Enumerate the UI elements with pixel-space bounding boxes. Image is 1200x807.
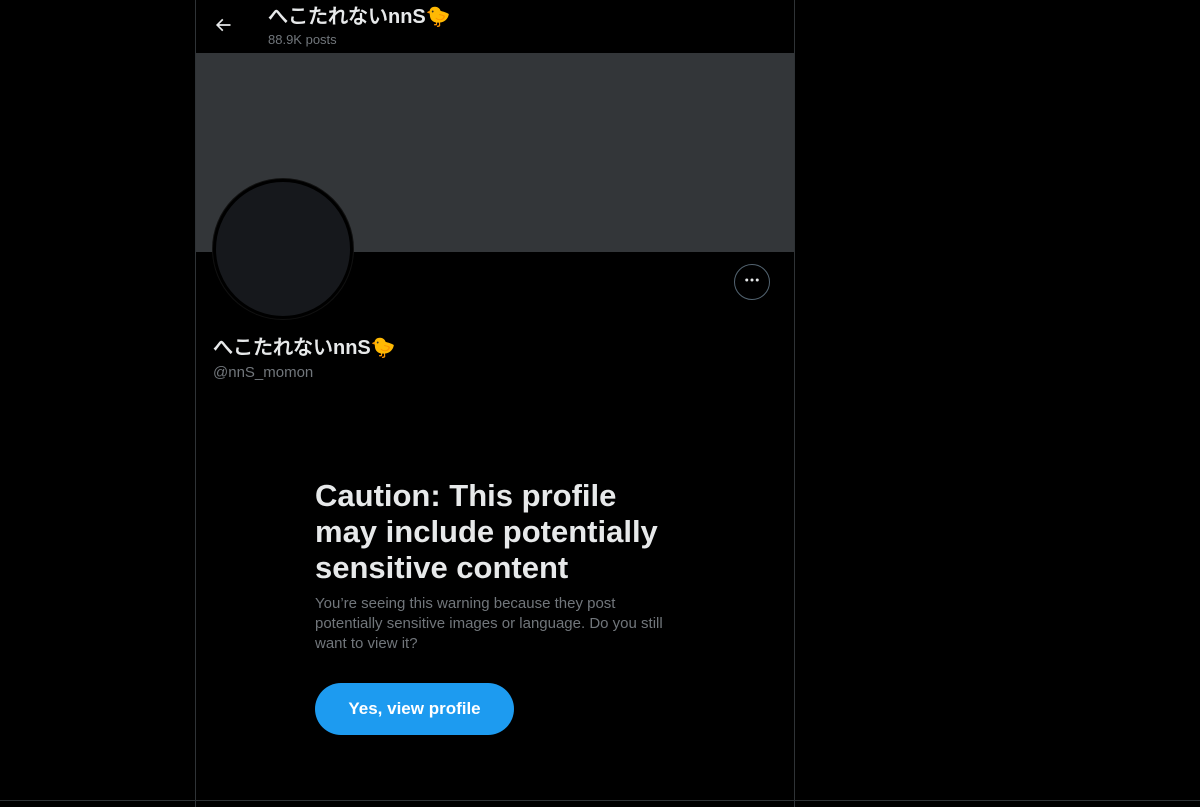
display-name: へこたれないnnS🐤 — [213, 337, 396, 359]
user-handle: @nnS_momon — [213, 364, 314, 381]
view-profile-button[interactable]: Yes, view profile — [315, 683, 514, 735]
back-button[interactable] — [205, 9, 241, 45]
sensitive-content-warning: Caution: This profile may include potent… — [315, 478, 685, 654]
header-title: へこたれないnnS🐤 — [268, 6, 451, 28]
ellipsis-icon — [743, 271, 761, 294]
avatar[interactable] — [213, 179, 353, 319]
divider — [0, 800, 1200, 801]
profile-column: へこたれないnnS🐤 88.9K posts へこたれないnnS🐤 @nnS_m… — [195, 0, 795, 807]
arrow-left-icon — [213, 15, 233, 40]
post-count: 88.9K posts — [268, 32, 337, 47]
warning-text: You’re seeing this warning because they … — [315, 595, 663, 652]
warning-title: Caution: This profile may include potent… — [315, 478, 658, 585]
profile-header: へこたれないnnS🐤 88.9K posts — [196, 0, 794, 53]
more-options-button[interactable] — [734, 264, 770, 300]
